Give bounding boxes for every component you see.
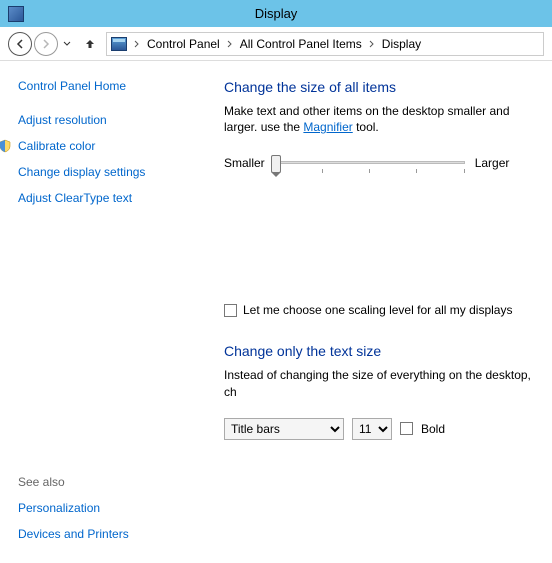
main-pane: Change the size of all items Make text a… — [210, 61, 552, 563]
breadcrumb-all-items[interactable]: All Control Panel Items — [240, 37, 362, 51]
sidebar-change-display-settings[interactable]: Change display settings — [18, 165, 200, 179]
forward-button[interactable] — [34, 32, 58, 56]
breadcrumb-display[interactable]: Display — [382, 37, 421, 51]
chevron-right-icon[interactable] — [366, 38, 378, 50]
sidebar-devices-printers[interactable]: Devices and Printers — [18, 527, 200, 541]
scaling-checkbox[interactable] — [224, 304, 237, 317]
address-bar[interactable]: Control Panel All Control Panel Items Di… — [106, 32, 544, 56]
size-slider-row: Smaller Larger — [224, 153, 542, 173]
up-button[interactable] — [80, 34, 100, 54]
size-slider[interactable] — [275, 153, 465, 173]
content-area: Control Panel Home Adjust resolution Cal… — [0, 61, 552, 563]
back-button[interactable] — [8, 32, 32, 56]
window-title: Display — [24, 6, 528, 21]
display-monitor-icon — [111, 37, 127, 51]
scaling-checkbox-row: Let me choose one scaling level for all … — [224, 303, 542, 317]
sidebar-adjust-resolution[interactable]: Adjust resolution — [18, 113, 200, 127]
heading-text-size: Change only the text size — [224, 343, 542, 359]
display-icon — [8, 6, 24, 22]
sidebar-adjust-cleartype[interactable]: Adjust ClearType text — [18, 191, 200, 205]
text-size-controls: Title bars 11 Bold — [224, 418, 542, 440]
navigation-bar: Control Panel All Control Panel Items Di… — [0, 27, 552, 61]
slider-min-label: Smaller — [224, 156, 265, 170]
size-select[interactable]: 11 — [352, 418, 392, 440]
description-text-size: Instead of changing the size of everythi… — [224, 367, 542, 399]
chevron-right-icon[interactable] — [224, 38, 236, 50]
chevron-right-icon[interactable] — [131, 38, 143, 50]
see-also-label: See also — [18, 475, 200, 489]
bold-label[interactable]: Bold — [421, 422, 445, 436]
bold-checkbox[interactable] — [400, 422, 413, 435]
sidebar: Control Panel Home Adjust resolution Cal… — [0, 61, 210, 563]
description-size-all: Make text and other items on the desktop… — [224, 103, 542, 135]
item-select[interactable]: Title bars — [224, 418, 344, 440]
history-dropdown[interactable] — [60, 41, 74, 47]
slider-thumb[interactable] — [271, 155, 281, 173]
scaling-checkbox-label[interactable]: Let me choose one scaling level for all … — [243, 303, 512, 317]
shield-icon — [0, 139, 12, 153]
sidebar-personalization[interactable]: Personalization — [18, 501, 200, 515]
slider-max-label: Larger — [475, 156, 510, 170]
titlebar: Display — [0, 0, 552, 27]
sidebar-home[interactable]: Control Panel Home — [18, 79, 200, 93]
magnifier-link[interactable]: Magnifier — [303, 120, 352, 134]
heading-size-all: Change the size of all items — [224, 79, 542, 95]
sidebar-calibrate-color[interactable]: Calibrate color — [18, 139, 95, 153]
breadcrumb-control-panel[interactable]: Control Panel — [147, 37, 220, 51]
